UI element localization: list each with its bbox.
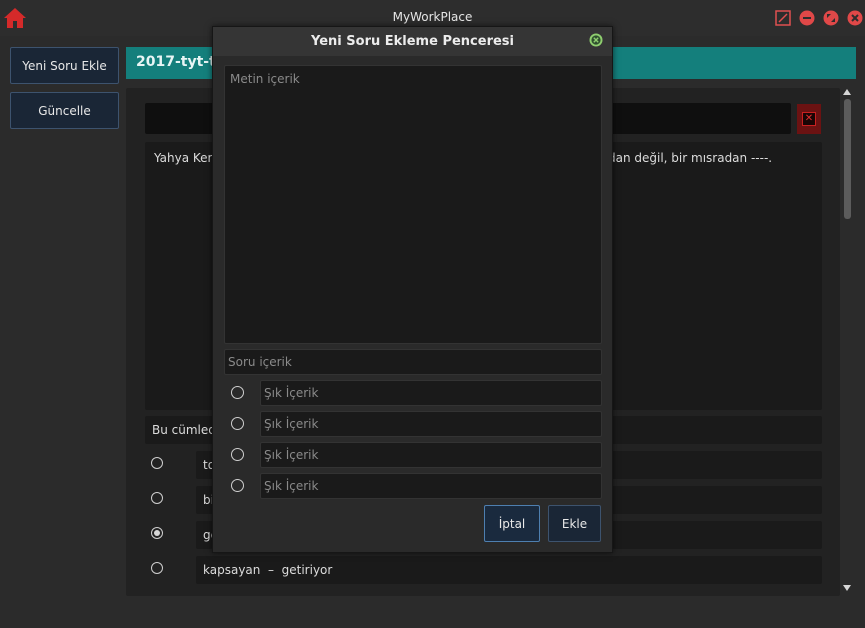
minimize-icon[interactable] xyxy=(799,10,815,26)
choice-placeholder-3: Şık İçerik xyxy=(264,448,319,462)
scroll-down-arrow-icon[interactable] xyxy=(843,585,851,591)
question-prompt-text: Bu cümled xyxy=(152,423,216,437)
question-text-end: dan değil, bir mısradan ----. xyxy=(608,151,773,165)
update-button[interactable]: Güncelle xyxy=(10,92,119,129)
choice-radio-1[interactable] xyxy=(231,386,244,399)
choice-placeholder-2: Şık İçerik xyxy=(264,417,319,431)
text-content-field[interactable]: Metin içerik xyxy=(224,65,602,344)
option-radio-4[interactable] xyxy=(151,562,163,574)
choice-field-3[interactable]: Şık İçerik xyxy=(260,442,602,468)
maximize-icon[interactable] xyxy=(775,10,791,26)
delete-button[interactable]: ✕ xyxy=(797,104,821,134)
option-radio-1[interactable] xyxy=(151,457,163,469)
cancel-button[interactable]: İptal xyxy=(484,505,540,542)
choice-placeholder-1: Şık İçerik xyxy=(264,386,319,400)
option-radio-2[interactable] xyxy=(151,492,163,504)
scroll-up-arrow-icon[interactable] xyxy=(843,89,851,95)
choice-radio-3[interactable] xyxy=(231,448,244,461)
add-question-button[interactable]: Yeni Soru Ekle xyxy=(10,47,119,84)
new-question-dialog: Yeni Soru Ekleme Penceresi Metin içerik … xyxy=(212,26,613,553)
question-content-field[interactable]: Soru içerik xyxy=(224,349,602,375)
choice-field-4[interactable]: Şık İçerik xyxy=(260,473,602,499)
choice-radio-4[interactable] xyxy=(231,479,244,492)
dialog-titlebar: Yeni Soru Ekleme Penceresi xyxy=(213,27,612,56)
delete-icon: ✕ xyxy=(802,112,816,126)
dialog-title: Yeni Soru Ekleme Penceresi xyxy=(311,34,514,49)
choice-placeholder-4: Şık İçerik xyxy=(264,479,319,493)
question-text-start: Yahya Kem xyxy=(154,151,220,165)
choice-radio-2[interactable] xyxy=(231,417,244,430)
restore-icon[interactable] xyxy=(823,10,839,26)
option-field-4[interactable]: kapsayan – getiriyor xyxy=(196,556,822,584)
choice-field-2[interactable]: Şık İçerik xyxy=(260,411,602,437)
choice-field-1[interactable]: Şık İçerik xyxy=(260,380,602,406)
app-title: MyWorkPlace xyxy=(392,10,473,24)
close-icon[interactable] xyxy=(847,10,863,26)
scroll-thumb[interactable] xyxy=(844,99,851,219)
option-radio-3[interactable] xyxy=(151,527,163,539)
option-text-4: kapsayan – getiriyor xyxy=(203,563,333,577)
add-button[interactable]: Ekle xyxy=(548,505,601,542)
text-content-placeholder: Metin içerik xyxy=(230,72,300,86)
dialog-close-icon[interactable] xyxy=(589,33,603,47)
question-content-placeholder: Soru içerik xyxy=(228,355,292,369)
